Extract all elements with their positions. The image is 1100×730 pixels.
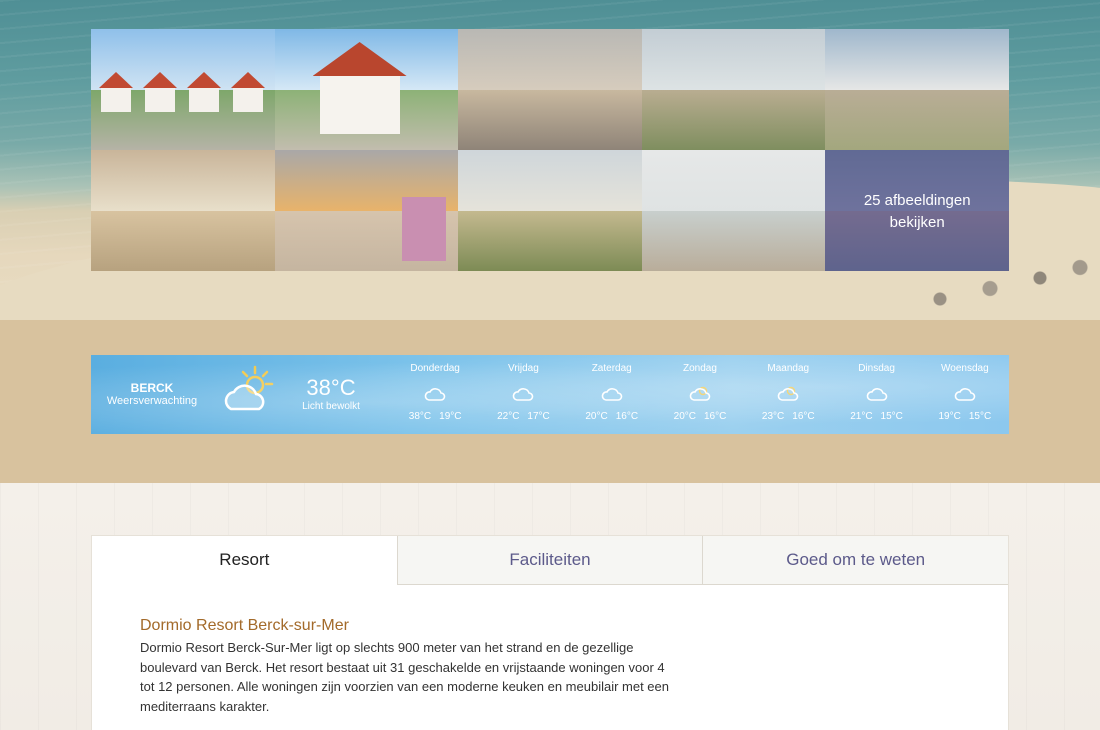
day-name: Zondag [683,363,717,374]
info-panel: Resort Faciliteiten Goed om te weten Dor… [91,535,1009,730]
min-temp: 19°C [439,411,462,422]
forecast-day: Vrijdag 22°C 17°C [479,355,567,434]
resort-title: Dormio Resort Berck-sur-Mer [140,617,349,634]
forecast-day: Zondag 20°C 16°C [656,355,744,434]
day-name: Dinsdag [858,363,895,374]
day-name: Donderdag [410,363,460,374]
weather-widget: BERCK Weersverwachting 38°C Licht bewolk… [91,355,1009,434]
tab-bar: Resort Faciliteiten Goed om te weten [92,536,1009,585]
max-temp: 38°C [408,411,432,422]
photo-beach-boulevard[interactable] [458,29,642,150]
photo-horse-riders[interactable] [641,150,826,271]
min-temp: 16°C [792,411,815,422]
min-temp: 16°C [703,411,727,422]
forecast-label: Weersverwachting [106,395,198,407]
photo-white-villa[interactable] [274,29,459,150]
day-name: Zaterdag [591,363,632,374]
partly-cloudy-sun-icon [689,386,711,401]
photo-kite-festival[interactable] [641,29,826,150]
forecast-day: Zaterdag 20°C 16°C [568,355,656,434]
view-more-label: 25 afbeeldingen bekijken [863,192,971,231]
resort-description: Dormio Resort Berck-Sur-Mer ligt op slec… [140,640,670,714]
max-temp: 22°C [497,411,520,422]
min-temp: 17°C [527,411,550,422]
max-temp: 21°C [850,411,873,422]
city-name: BERCK [130,381,174,395]
partly-cloudy-sun-icon [224,365,274,411]
current-weather: 38°C Licht bewolkt [291,375,371,412]
tab-resort[interactable]: Resort [92,536,397,585]
cloud-icon [954,388,976,401]
cloud-icon [866,388,887,401]
min-temp: 15°C [880,411,903,422]
forecast-day: Donderdag 38°C 19°C [391,355,479,434]
max-temp: 19°C [938,411,961,422]
photo-gallery: 25 afbeeldingen bekijken [91,29,1009,271]
photo-dune-path[interactable] [458,150,642,271]
partly-cloudy-sun-icon [777,386,799,401]
max-temp: 23°C [761,411,785,422]
forecast-day: Woensdag 19°C 15°C [921,355,1009,434]
photo-holiday-houses[interactable] [91,29,275,150]
day-name: Vrijdag [508,363,539,374]
hero-banner: 25 afbeeldingen bekijken [0,0,1100,320]
current-description: Licht bewolkt [302,401,360,412]
day-name: Maandag [767,363,810,374]
min-temp: 15°C [968,411,992,422]
weather-location: BERCK Weersverwachting [91,381,213,407]
forecast-day: Maandag 23°C 16°C [744,355,832,434]
tab-faciliteiten[interactable]: Faciliteiten [396,536,703,585]
min-temp: 16°C [615,411,639,422]
photo-dunes-coast[interactable] [825,29,1009,150]
view-more-photos-button[interactable]: 25 afbeeldingen bekijken [825,150,1009,271]
cloud-icon [424,388,446,401]
forecast-day: Dinsdag 21°C 15°C [832,355,920,434]
forecast-days: Donderdag 38°C 19°C Vrijdag 22°C 17°C Zate… [391,355,1009,434]
current-temperature: 38°C [306,375,356,400]
day-name: Woensdag [941,363,989,374]
tab-content: Dormio Resort Berck-sur-Mer Dormio Resor… [92,585,1008,716]
cloud-icon [513,388,534,401]
photo-beach-huts[interactable] [91,150,275,271]
photo-sunset-huts[interactable] [274,150,459,271]
max-temp: 20°C [673,411,696,422]
tab-goed-om-te-weten[interactable]: Goed om te weten [702,536,1009,585]
max-temp: 20°C [585,411,608,422]
cloud-icon [601,388,622,401]
